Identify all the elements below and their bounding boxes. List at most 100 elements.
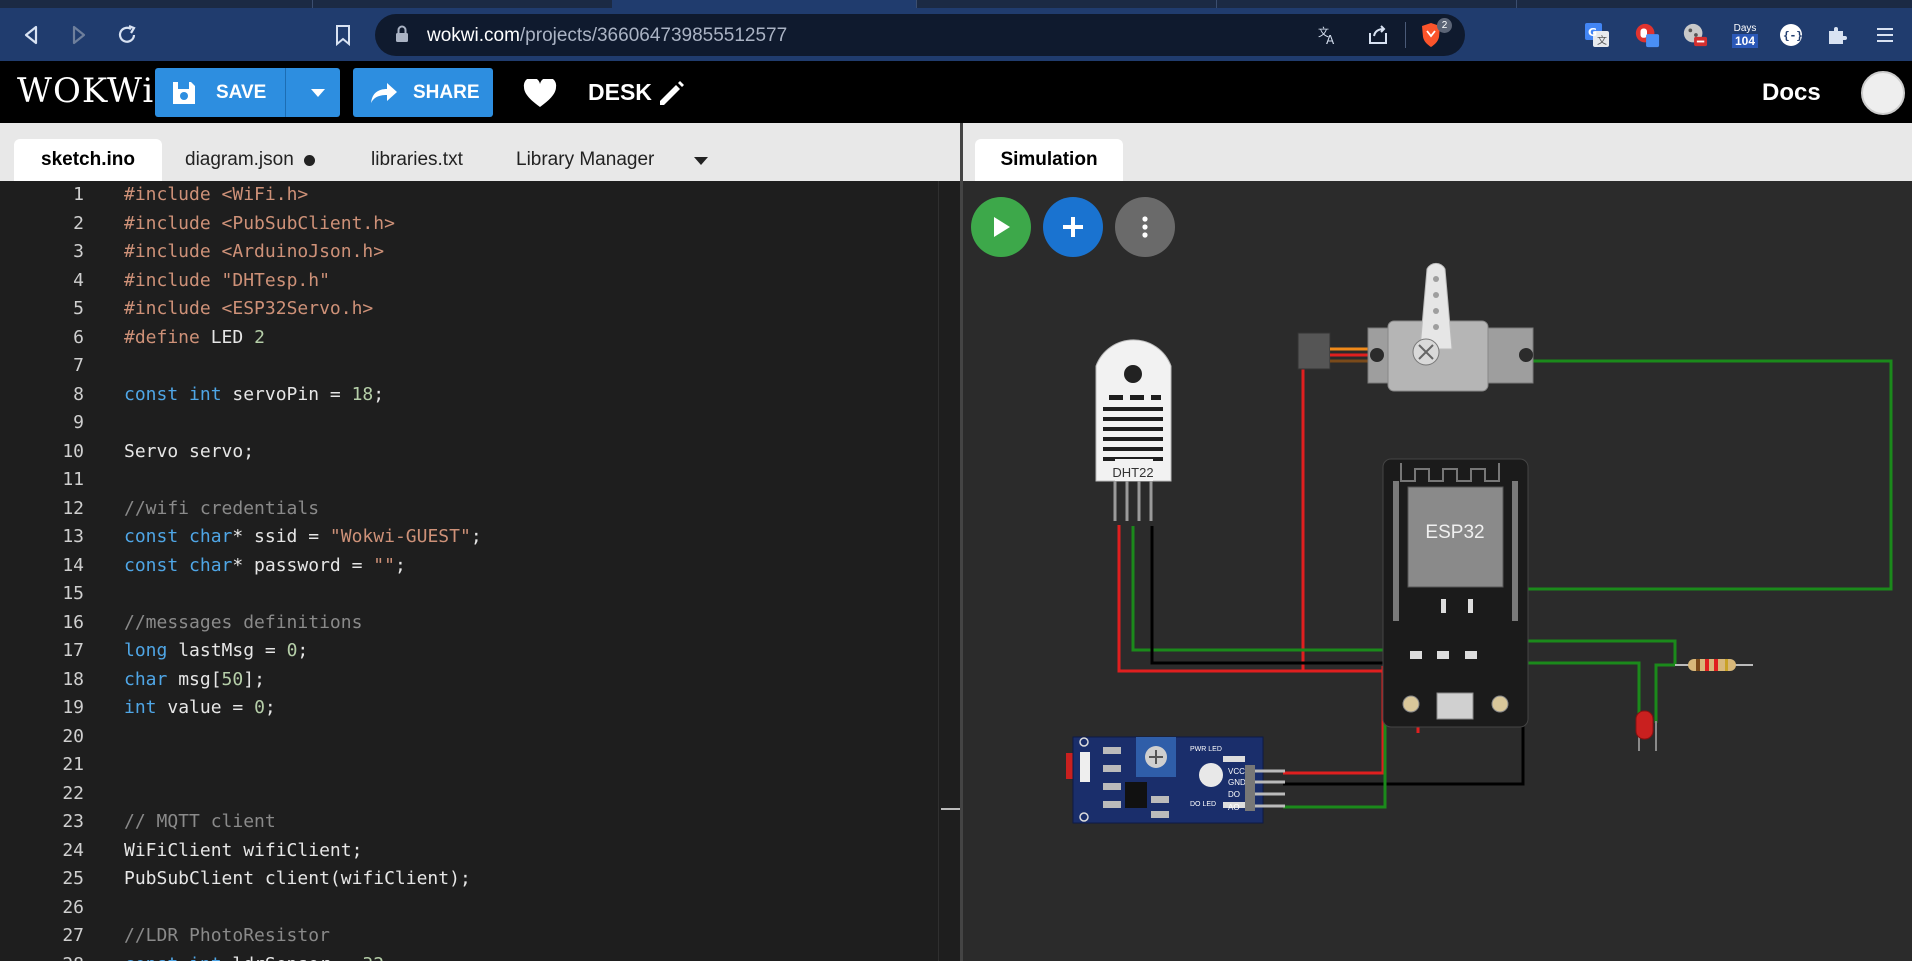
save-button[interactable]: SAVE xyxy=(155,68,340,117)
reload-icon[interactable] xyxy=(114,22,140,48)
code-line[interactable]: 6 #define LED 2 xyxy=(0,324,938,353)
line-number: 26 xyxy=(62,896,84,918)
browser-tab[interactable] xyxy=(916,0,1216,8)
code-area[interactable]: 1 #include <WiFi.h> 2 #include <PubSubClien… xyxy=(0,181,938,961)
line-number: 10 xyxy=(62,440,84,462)
forward-icon[interactable] xyxy=(66,22,92,48)
share-page-icon[interactable] xyxy=(1367,24,1389,51)
code-line[interactable]: 4 #include "DHTesp.h" xyxy=(0,267,938,296)
tab-library-manager[interactable]: Library Manager xyxy=(516,139,654,181)
code-line[interactable]: 5 #include <ESP32Servo.h> xyxy=(0,295,938,324)
line-number: 25 xyxy=(62,868,84,889)
code-line[interactable]: 20 xyxy=(0,723,938,752)
share-button[interactable]: SHARE xyxy=(353,68,493,117)
browser-tab[interactable] xyxy=(1216,0,1516,8)
wokwi-logo[interactable]: WOKWi xyxy=(17,71,154,111)
code-text: #include <ESP32Servo.h> xyxy=(124,298,374,319)
line-number: 18 xyxy=(62,668,84,690)
line-number: 19 xyxy=(62,697,84,718)
edit-pencil-icon[interactable] xyxy=(656,79,686,114)
code-line[interactable]: 11 xyxy=(0,466,938,495)
code-text: Servo servo; xyxy=(124,440,255,462)
line-number: 3 xyxy=(73,241,84,262)
line-number: 4 xyxy=(73,269,84,291)
unsaved-dot xyxy=(303,154,315,166)
google-translate-icon[interactable]: G文 xyxy=(1584,22,1610,48)
bookmark-icon[interactable] xyxy=(330,22,356,48)
code-line[interactable]: 19 int value = 0; xyxy=(0,694,938,723)
tabs-dropdown-icon[interactable] xyxy=(693,153,709,171)
code-line[interactable]: 26 xyxy=(0,894,938,923)
code-line[interactable]: 13 const char* ssid = "Wokwi-GUEST"; xyxy=(0,523,938,552)
code-line[interactable]: 28 const int ldrSensor = 32 xyxy=(0,951,938,961)
code-line[interactable]: 12 //wifi credentials xyxy=(0,495,938,524)
line-number: 28 xyxy=(0,951,84,961)
avatar[interactable] xyxy=(1861,71,1905,115)
wire-red xyxy=(1283,666,1385,775)
address-bar[interactable]: wokwi.com/projects/366064739855512577 文A… xyxy=(375,14,1465,56)
code-line[interactable]: 7 xyxy=(0,352,938,381)
browser-tab[interactable] xyxy=(312,0,612,8)
project-name[interactable]: DESK xyxy=(588,79,652,106)
stop-extension-icon[interactable] xyxy=(1634,22,1660,48)
code-line[interactable]: 3 #include <ArduinoJson.h> xyxy=(0,238,938,267)
browser-tab-active[interactable] xyxy=(612,0,916,8)
browser-tab[interactable] xyxy=(1516,0,1816,8)
esp32-label: ESP32 xyxy=(1425,522,1484,543)
code-text: //wifi credentials xyxy=(124,497,320,519)
lock-icon[interactable] xyxy=(395,25,409,48)
code-line[interactable]: 24 WiFiClient wifiClient; xyxy=(0,837,938,866)
code-line[interactable]: 22 xyxy=(0,780,938,809)
code-line[interactable]: 9 xyxy=(0,409,938,438)
code-line[interactable]: 1 #include <WiFi.h> xyxy=(0,181,938,210)
line-number: 22 xyxy=(62,782,84,804)
code-line[interactable]: 21 xyxy=(0,751,938,780)
tab-sketch-ino[interactable]: sketch.ino xyxy=(14,139,162,181)
code-line[interactable]: 17 long lastMsg = 0; xyxy=(0,637,938,666)
code-line[interactable]: 8 const int servoPin = 18; xyxy=(0,381,938,410)
ldr-ao-label: AO xyxy=(1228,803,1240,812)
code-line[interactable]: 2 #include <PubSubClient.h> xyxy=(0,210,938,239)
code-text: WiFiClient wifiClient; xyxy=(124,839,363,861)
days-counter-icon[interactable]: Days 104 xyxy=(1728,22,1762,48)
line-number: 17 xyxy=(62,640,84,661)
browser-toolbar: wokwi.com/projects/366064739855512577 文A… xyxy=(0,8,1912,61)
code-line[interactable]: 15 xyxy=(0,580,938,609)
servo-motor[interactable] xyxy=(1297,262,1534,392)
circuit-canvas[interactable]: DHT22 ESP32 PWR LED DO LED VCC GND DO AO xyxy=(963,181,1912,961)
ldr-module[interactable]: PWR LED DO LED VCC GND DO AO xyxy=(1066,736,1285,824)
code-text: // MQTT client xyxy=(124,811,276,832)
heart-icon[interactable] xyxy=(523,77,557,114)
line-number: 12 xyxy=(62,497,84,519)
tab-libraries-txt[interactable]: libraries.txt xyxy=(371,139,463,181)
wire-green xyxy=(1523,639,1677,665)
browser-menu-icon[interactable] xyxy=(1872,22,1898,48)
wire-green xyxy=(1283,666,1387,809)
cookie-extension-icon[interactable] xyxy=(1682,22,1708,48)
code-line[interactable]: 10 Servo servo; xyxy=(0,438,938,467)
back-icon[interactable] xyxy=(18,22,44,48)
bracket-extension-icon[interactable]: {-} xyxy=(1778,22,1804,48)
code-line[interactable]: 23 // MQTT client xyxy=(0,808,938,837)
code-line[interactable]: 16 //messages definitions xyxy=(0,609,938,638)
editor-scrollbar[interactable] xyxy=(938,181,961,961)
tab-simulation[interactable]: Simulation xyxy=(975,139,1123,181)
svg-text:文: 文 xyxy=(1597,34,1607,47)
line-number: 11 xyxy=(62,469,84,490)
translate-icon[interactable]: 文A xyxy=(1317,24,1339,51)
svg-text:G: G xyxy=(1588,26,1597,39)
code-text: char msg[50]; xyxy=(124,668,265,690)
code-line[interactable]: 18 char msg[50]; xyxy=(0,666,938,695)
esp32-board[interactable]: ESP32 xyxy=(1382,458,1529,728)
tab-diagram-json[interactable]: diagram.json xyxy=(185,139,315,181)
red-led[interactable] xyxy=(1635,710,1657,751)
docs-link[interactable]: Docs xyxy=(1762,79,1821,107)
code-line[interactable]: 27 //LDR PhotoResistor xyxy=(0,922,938,951)
dht22-sensor[interactable]: DHT22 xyxy=(1095,339,1172,521)
resistor[interactable] xyxy=(1675,659,1753,671)
code-line[interactable]: 14 const char* password = ""; xyxy=(0,552,938,581)
save-dropdown-icon[interactable] xyxy=(295,68,340,117)
extensions-puzzle-icon[interactable] xyxy=(1824,22,1850,48)
code-text: const char* password = ""; xyxy=(124,554,406,576)
code-line[interactable]: 25 PubSubClient client(wifiClient); xyxy=(0,865,938,894)
